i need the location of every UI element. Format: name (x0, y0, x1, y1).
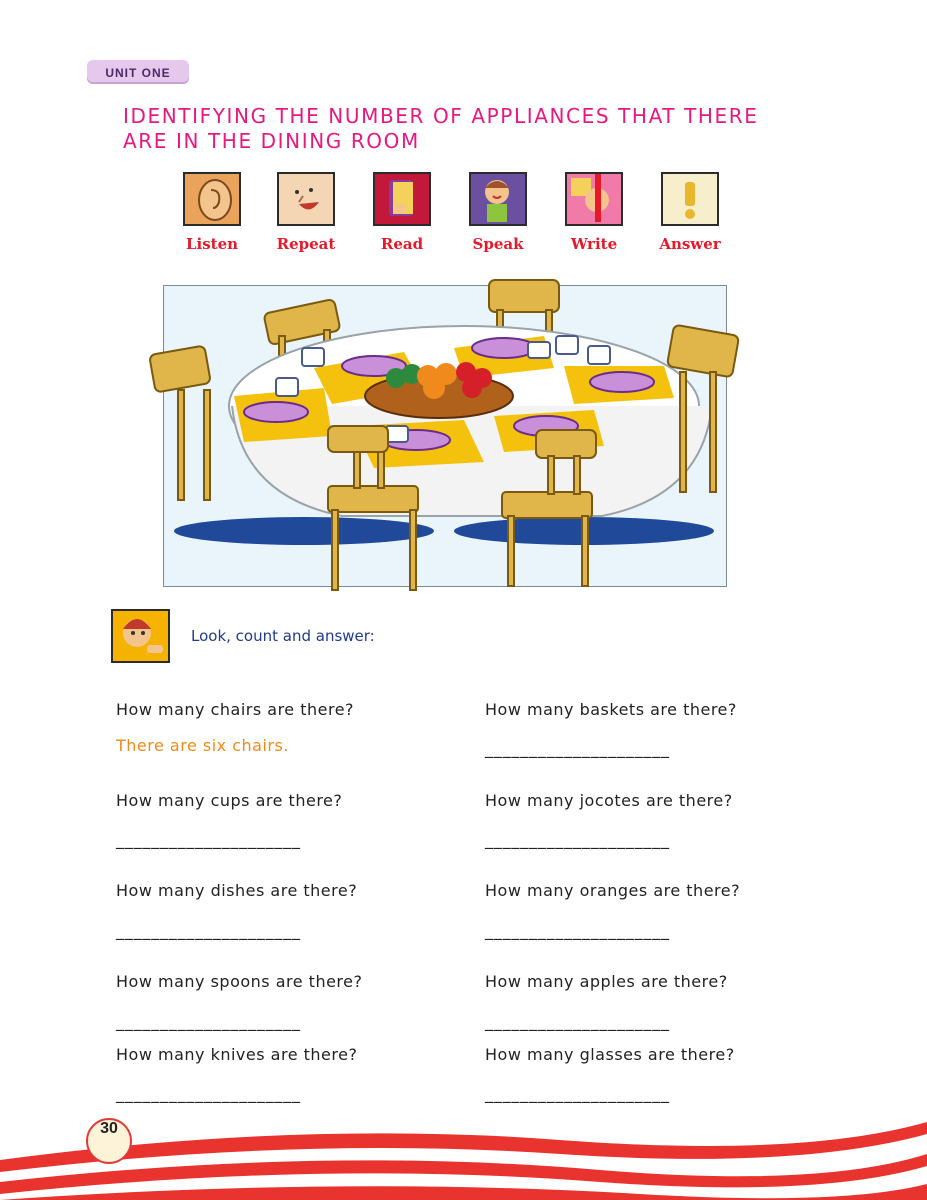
skill-label: Answer (659, 235, 721, 253)
answer-chairs: There are six chairs. (116, 736, 289, 755)
answer-line-knives[interactable]: _____________________ (116, 1084, 301, 1103)
skill-read: Read (362, 172, 442, 253)
answer-line-dishes[interactable]: _____________________ (116, 921, 301, 940)
answer-line-cups[interactable]: _____________________ (116, 830, 301, 849)
dining-room-illustration (149, 279, 740, 591)
answer-line-apples[interactable]: _____________________ (485, 1012, 670, 1031)
unit-badge: UNIT ONE (87, 60, 189, 84)
title-line-2: ARE IN THE DINING ROOM (123, 129, 420, 153)
skill-write: Write (554, 172, 634, 253)
answer-line-spoons[interactable]: _____________________ (116, 1012, 301, 1031)
question-oranges: How many oranges are there? (485, 881, 741, 900)
skill-label: Speak (472, 235, 524, 253)
talking-face-icon (277, 172, 335, 226)
question-baskets: How many baskets are there? (485, 700, 737, 719)
question-glasses: How many glasses are there? (485, 1045, 735, 1064)
decorative-waves (0, 1122, 927, 1200)
ear-icon (183, 172, 241, 226)
answer-line-jocotes[interactable]: _____________________ (485, 830, 670, 849)
skill-repeat: Repeat (266, 172, 346, 253)
boy-pointing-icon (111, 609, 170, 663)
answer-line-baskets[interactable]: _____________________ (485, 739, 670, 758)
skill-label: Write (570, 235, 618, 253)
skill-listen: Listen (172, 172, 252, 253)
question-knives: How many knives are there? (116, 1045, 358, 1064)
question-spoons: How many spoons are there? (116, 972, 363, 991)
page-number: 30 (86, 1118, 132, 1164)
answer-line-oranges[interactable]: _____________________ (485, 921, 670, 940)
question-apples: How many apples are there? (485, 972, 728, 991)
girl-speaking-icon (469, 172, 527, 226)
question-dishes: How many dishes are there? (116, 881, 358, 900)
chair-side-left (149, 345, 211, 501)
question-cups: How many cups are there? (116, 791, 343, 810)
answer-line-glasses[interactable]: _____________________ (485, 1084, 670, 1103)
pencil-hand-icon (565, 172, 623, 226)
page-title: IDENTIFYING THE NUMBER OF APPLIANCES THA… (123, 104, 803, 154)
skill-speak: Speak (458, 172, 538, 253)
skill-answer: Answer (650, 172, 730, 253)
skill-label: Repeat (276, 235, 336, 253)
book-icon (373, 172, 431, 226)
skill-label: Read (380, 235, 424, 253)
exclamation-icon (661, 172, 719, 226)
skill-label: Listen (185, 235, 239, 253)
question-jocotes: How many jocotes are there? (485, 791, 733, 810)
skill-icons-row: Listen Repeat Read Speak Write Answer (172, 172, 742, 262)
title-line-1: IDENTIFYING THE NUMBER OF APPLIANCES THA… (123, 104, 759, 128)
instruction-text: Look, count and answer: (191, 627, 375, 645)
question-chairs: How many chairs are there? (116, 700, 355, 719)
